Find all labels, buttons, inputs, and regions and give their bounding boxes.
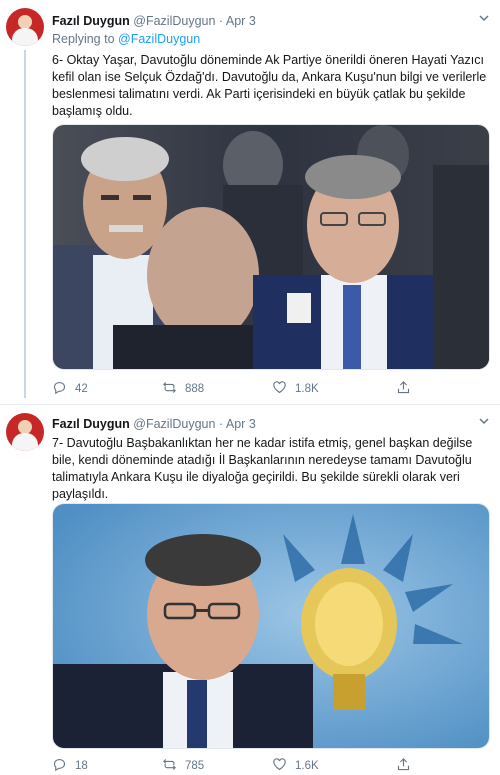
like-icon [272, 380, 287, 398]
tweet-header: Fazıl Duygun @FazilDuygun · Apr 3 [52, 417, 256, 431]
tweet-date[interactable]: Apr 3 [226, 417, 256, 431]
share-icon [396, 757, 411, 775]
separator: · [218, 14, 224, 28]
like-button[interactable]: 1.6K [272, 757, 319, 775]
avatar[interactable] [6, 8, 44, 46]
tweet-header: Fazıl Duygun @FazilDuygun · Apr 3 [52, 14, 256, 28]
avatar[interactable] [6, 413, 44, 451]
author-handle[interactable]: @FazilDuygun [133, 14, 215, 28]
retweet-button[interactable]: 785 [162, 757, 204, 775]
tweet-actions: 42 888 1.8K [52, 380, 492, 398]
replying-prefix: Replying to [52, 32, 115, 46]
replying-to-link[interactable]: @FazilDuygun [118, 32, 200, 46]
replying-to: Replying to @FazilDuygun [52, 32, 200, 46]
share-button[interactable] [396, 380, 411, 398]
share-button[interactable] [396, 757, 411, 775]
chevron-down-icon[interactable] [478, 12, 490, 27]
tweet-text: 7- Davutoğlu Başbakanlıktan her ne kadar… [52, 436, 473, 501]
like-count: 1.8K [295, 383, 319, 395]
tweet-2[interactable]: Fazıl Duygun @FazilDuygun · Apr 3 7- Dav… [0, 405, 500, 774]
like-button[interactable]: 1.8K [272, 380, 319, 398]
retweet-icon [162, 757, 177, 775]
like-count: 1.6K [295, 760, 319, 772]
tweet-1[interactable]: Fazıl Duygun @FazilDuygun · Apr 3 Replyi… [0, 0, 500, 404]
separator: · [218, 417, 224, 431]
reply-icon [52, 380, 67, 398]
tweet-photo[interactable] [52, 503, 490, 749]
reply-button[interactable]: 18 [52, 757, 88, 775]
retweet-icon [162, 380, 177, 398]
like-icon [272, 757, 287, 775]
reply-count: 42 [75, 383, 88, 395]
tweet-text: 6- Oktay Yaşar, Davutoğlu döneminde Ak P… [52, 53, 487, 118]
share-icon [396, 380, 411, 398]
reply-button[interactable]: 42 [52, 380, 88, 398]
tweet-date[interactable]: Apr 3 [226, 14, 256, 28]
reply-count: 18 [75, 760, 88, 772]
tweet-photo[interactable] [52, 124, 490, 370]
reply-icon [52, 757, 67, 775]
chevron-down-icon[interactable] [478, 415, 490, 430]
retweet-count: 785 [185, 760, 205, 772]
author-name[interactable]: Fazıl Duygun [52, 14, 130, 28]
author-handle[interactable]: @FazilDuygun [133, 417, 215, 431]
retweet-count: 888 [185, 383, 205, 395]
retweet-button[interactable]: 888 [162, 380, 204, 398]
author-name[interactable]: Fazıl Duygun [52, 417, 130, 431]
thread-line [24, 50, 26, 398]
tweet-actions: 18 785 1.6K [52, 757, 492, 775]
